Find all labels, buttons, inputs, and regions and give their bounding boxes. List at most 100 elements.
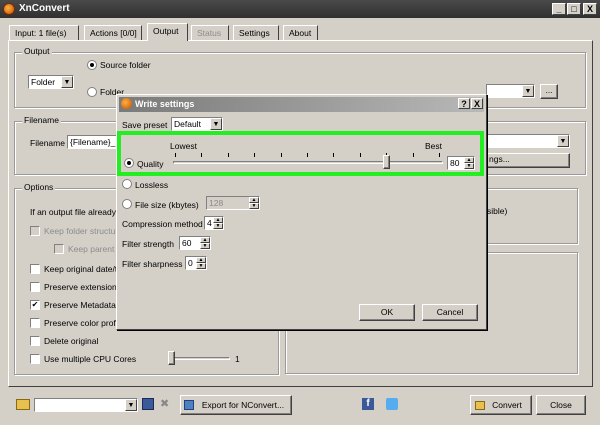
options-group-label: Options	[22, 182, 56, 192]
quality-tick	[359, 153, 361, 157]
bottom-bar: ▼ ✖ Export for NConvert... f Convert Clo…	[8, 391, 593, 419]
quality-label: Quality	[137, 159, 164, 169]
quality-value: 80	[450, 158, 460, 168]
quality-tick	[227, 153, 229, 157]
close-button[interactable]: Close	[536, 395, 586, 415]
cancel-button[interactable]: Cancel	[422, 304, 478, 321]
close-window-button[interactable]: X	[583, 3, 597, 15]
filter-sharpness-label: Filter sharpness	[122, 259, 183, 269]
filter-sharpness-value: 0	[188, 258, 193, 268]
quality-tick	[201, 153, 203, 157]
lossless-radio[interactable]	[122, 179, 132, 189]
quality-tick	[254, 153, 256, 157]
save-icon[interactable]	[142, 398, 154, 410]
window-title: XnConvert	[19, 3, 70, 14]
source-folder-label: Source folder	[100, 60, 151, 70]
quality-tick	[175, 153, 176, 157]
tab-status[interactable]: Status	[191, 25, 229, 40]
spin-down-icon[interactable]: ▼	[196, 263, 206, 269]
quality-slider-track[interactable]	[173, 161, 443, 164]
right-options-partial-text: sible)	[487, 206, 508, 216]
cpu-slider-track[interactable]	[168, 357, 230, 360]
delete-icon[interactable]: ✖	[160, 397, 169, 410]
keep-folder-structure-checkbox[interactable]	[30, 226, 40, 236]
chevron-down-icon: ▼	[557, 135, 569, 147]
keep-original-date-label: Keep original date/t	[44, 264, 118, 274]
compression-method-spinbox[interactable]: 4 ▲ ▼	[204, 216, 224, 230]
preserve-color-profile-checkbox[interactable]	[30, 318, 40, 328]
checkmark-icon: ✔	[31, 300, 39, 309]
filename-input[interactable]: {Filename}_r	[67, 135, 119, 149]
multi-cpu-label: Use multiple CPU Cores	[44, 354, 137, 364]
folder-mode-value: Folder	[31, 77, 56, 87]
xnconvert-logo-icon	[121, 98, 132, 109]
file-size-value: 128	[209, 198, 224, 208]
quality-tick	[333, 153, 335, 157]
output-folder-input[interactable]: ▼	[486, 84, 535, 98]
multi-cpu-checkbox[interactable]	[30, 354, 40, 364]
convert-label: Convert	[492, 400, 522, 410]
folder-icon[interactable]	[16, 399, 30, 410]
tab-about[interactable]: About	[283, 25, 318, 40]
quality-spinbox[interactable]: 80 ▲ ▼	[447, 156, 475, 170]
filter-sharpness-spinbox[interactable]: 0 ▲ ▼	[185, 256, 207, 270]
export-nconvert-label: Export for NConvert...	[201, 400, 285, 410]
preset-select[interactable]: ▼	[34, 398, 138, 412]
tab-settings[interactable]: Settings	[233, 25, 279, 40]
chevron-down-icon: ▼	[125, 399, 137, 411]
tab-output[interactable]: Output	[147, 23, 188, 41]
compression-method-label: Compression method	[122, 219, 203, 229]
browse-folder-button[interactable]: ...	[540, 84, 558, 99]
quality-slider-thumb[interactable]	[383, 155, 391, 169]
tab-input[interactable]: Input: 1 file(s)	[9, 25, 79, 40]
filename-group-label: Filename	[22, 115, 61, 125]
preserve-metadata-checkbox[interactable]: ✔	[30, 300, 40, 310]
facebook-icon[interactable]: f	[362, 398, 374, 410]
delete-original-checkbox[interactable]	[30, 336, 40, 346]
quality-radio[interactable]	[124, 158, 134, 168]
filename-value: {Filename}_r	[70, 137, 119, 147]
format-settings-button[interactable]: ngs...	[486, 153, 570, 168]
dialog-title-bar: Write settings ? X	[119, 97, 484, 112]
convert-button[interactable]: Convert	[470, 395, 532, 415]
save-preset-select[interactable]: Default ▼	[171, 117, 223, 131]
maximize-button[interactable]: □	[567, 3, 581, 15]
export-icon	[184, 400, 194, 410]
help-button[interactable]: ?	[458, 98, 470, 109]
quality-best-label: Best	[425, 141, 443, 151]
twitter-icon[interactable]	[386, 398, 398, 410]
dialog-close-button[interactable]: X	[471, 98, 483, 109]
file-size-spinbox[interactable]: 128 ▲ ▼	[206, 196, 260, 210]
save-preset-label: Save preset	[122, 120, 168, 130]
export-nconvert-button[interactable]: Export for NConvert...	[180, 395, 292, 415]
file-size-radio[interactable]	[122, 199, 132, 209]
filter-strength-spinbox[interactable]: 60 ▲ ▼	[179, 236, 211, 250]
quality-tick	[280, 153, 282, 157]
source-folder-radio[interactable]	[87, 60, 97, 70]
filename-label: Filename	[30, 138, 65, 148]
quality-ticks	[175, 153, 440, 158]
cpu-slider-thumb[interactable]	[168, 351, 175, 365]
save-preset-value: Default	[174, 119, 201, 129]
preserve-extension-checkbox[interactable]	[30, 282, 40, 292]
quality-tick	[412, 153, 414, 157]
spin-down-icon[interactable]: ▼	[213, 223, 223, 229]
keep-folder-structure-label: Keep folder structur	[44, 226, 119, 236]
keep-original-date-checkbox[interactable]	[30, 264, 40, 274]
tab-actions[interactable]: Actions [0/0]	[84, 25, 142, 40]
spin-down-icon[interactable]: ▼	[249, 203, 259, 209]
minimize-button[interactable]: _	[552, 3, 566, 15]
preserve-metadata-label: Preserve Metadata	[44, 300, 116, 310]
folder-radio[interactable]	[87, 87, 97, 97]
format-select[interactable]: ▼	[486, 134, 570, 148]
preserve-extension-label: Preserve extension	[44, 282, 117, 292]
quality-tick	[439, 153, 440, 157]
folder-mode-select[interactable]: Folder ▼	[28, 75, 74, 89]
keep-parent-checkbox[interactable]	[54, 244, 64, 254]
spin-down-icon[interactable]: ▼	[200, 243, 210, 249]
spin-down-icon[interactable]: ▼	[464, 163, 474, 169]
dialog-title: Write settings	[135, 99, 195, 109]
keep-parent-label: Keep parent	[68, 244, 115, 254]
ok-button[interactable]: OK	[359, 304, 415, 321]
if-exists-label: If an output file already	[30, 207, 117, 217]
